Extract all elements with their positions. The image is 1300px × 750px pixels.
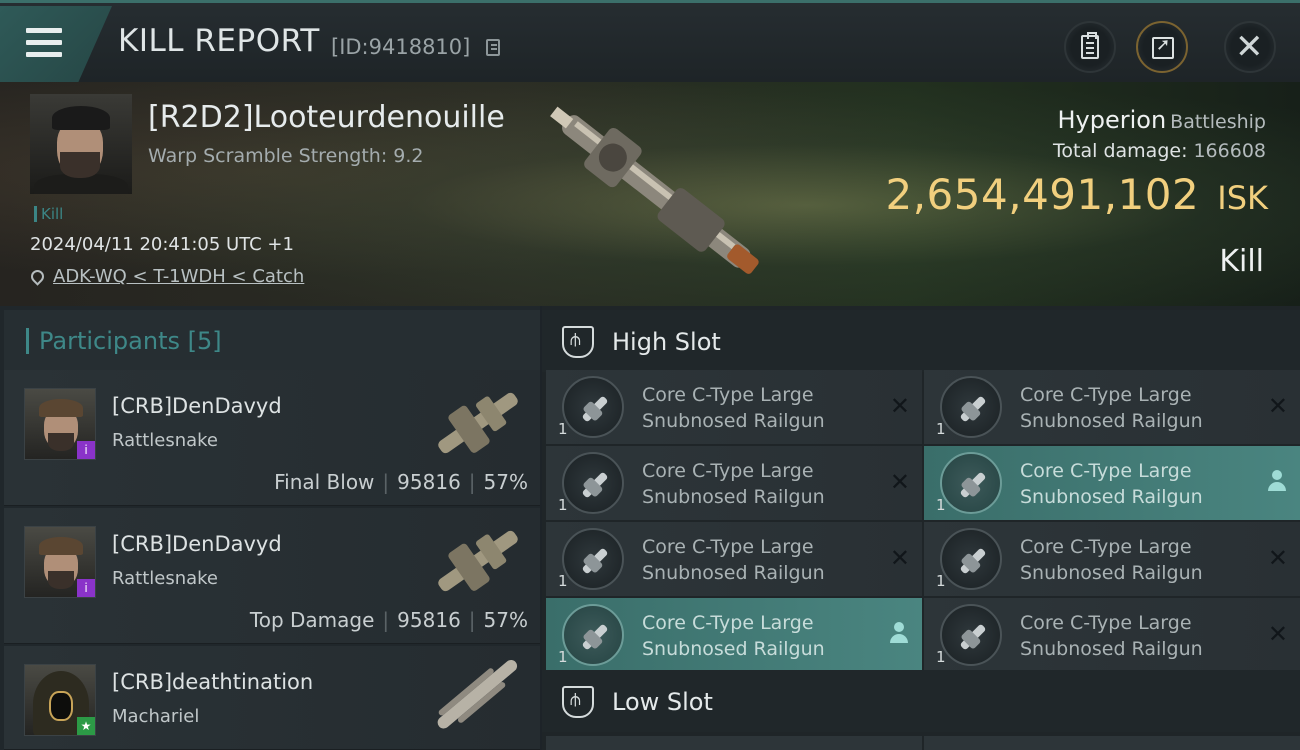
destroyed-icon: ✕: [889, 544, 910, 572]
victim-name[interactable]: [R2D2]Looteurdenouille: [148, 100, 505, 135]
slot-icon: [562, 326, 594, 358]
module-quantity: 1: [558, 572, 568, 590]
module-quantity: 1: [558, 648, 568, 666]
user-icon: [890, 622, 908, 644]
high-slot-module[interactable]: 1 Core C-Type Large Snubnosed Railgun ✕: [924, 522, 1300, 596]
high-slot-module[interactable]: 1 Core C-Type Large Snubnosed Railgun: [546, 598, 922, 672]
high-slot-module[interactable]: 1 Core C-Type Large Snubnosed Railgun ✕: [546, 446, 922, 520]
participant-ship-image: [438, 392, 518, 454]
user-icon: [1268, 470, 1286, 492]
railgun-icon: [562, 452, 624, 514]
high-slot-header: High Slot: [542, 310, 1300, 372]
destroyed-icon: ✕: [889, 468, 910, 496]
corp-badge: i: [77, 441, 95, 459]
module-name: Core C-Type Large Snubnosed Railgun: [642, 384, 825, 432]
participant-stats: Top Damage | 95816 | 57%: [249, 608, 528, 632]
participants-title: Participants [5]: [26, 328, 222, 354]
kill-tag: Kill: [34, 206, 63, 222]
fitting-panel: High Slot 1 Core C-Type LargeSnubnosed Ra…: [542, 306, 1300, 750]
close-icon: ✕: [1235, 27, 1264, 67]
module-quantity: 1: [936, 496, 946, 514]
participant-avatar[interactable]: ★: [24, 664, 96, 736]
kill-datetime: 2024/04/11 20:41:05 UTC +1: [30, 234, 294, 255]
participant-ship-image: [437, 659, 518, 729]
railgun-icon: [940, 604, 1002, 666]
ally-badge: ★: [77, 717, 95, 735]
low-slot-module[interactable]: [546, 736, 922, 750]
close-button[interactable]: ✕: [1224, 21, 1276, 73]
module-quantity: 1: [558, 420, 568, 438]
participant-ship: Rattlesnake: [112, 430, 219, 451]
module-quantity: 1: [936, 420, 946, 438]
participant-stats: Final Blow | 95816 | 57%: [274, 470, 528, 494]
isk-value: 2,654,491,102 ISK: [885, 170, 1268, 219]
module-name: Core C-Type Large Snubnosed Railgun: [1020, 460, 1203, 508]
module-name: Core C-Type Large Snubnosed Railgun: [1020, 536, 1203, 584]
participant-avatar[interactable]: i: [24, 388, 96, 460]
railgun-icon: [940, 452, 1002, 514]
railgun-icon: [562, 528, 624, 590]
participant-ship: Machariel: [112, 706, 200, 727]
participant-name: [CRB]DenDavyd: [112, 532, 282, 556]
high-slot-module[interactable]: 1 Core C-Type Large Snubnosed Railgun ✕: [924, 598, 1300, 672]
location-pin-icon: [28, 267, 47, 286]
share-button[interactable]: [1136, 21, 1188, 73]
module-name: Core C-Type Large Snubnosed Railgun: [1020, 612, 1203, 660]
participants-panel: Participants [5] i [CRB]DenDavyd Rattles…: [0, 306, 540, 750]
high-slot-module[interactable]: 1 Core C-Type Large Snubnosed Railgun ✕: [546, 522, 922, 596]
high-slot-module[interactable]: 1 Core C-Type Large Snubnosed Railgun ✕: [546, 370, 922, 444]
participant-ship-image: [438, 530, 518, 592]
corp-badge: i: [77, 579, 95, 597]
kill-location-link[interactable]: ADK-WQ < T-1WDH < Catch: [53, 266, 304, 287]
share-icon: [1152, 35, 1174, 59]
participants-header: Participants [5]: [4, 310, 540, 370]
module-quantity: 1: [936, 572, 946, 590]
victim-avatar[interactable]: [30, 94, 132, 194]
victim-panel: [R2D2]Looteurdenouille Warp Scramble Str…: [0, 82, 1300, 306]
slot-icon: [562, 686, 594, 718]
participant-row[interactable]: ★ [CRB]deathtination Machariel: [4, 646, 540, 750]
module-quantity: 1: [936, 648, 946, 666]
kill-result-label: Kill: [1219, 244, 1264, 279]
warp-scramble-strength: Warp Scramble Strength: 9.2: [148, 145, 424, 167]
module-name: Core C-Type Large Snubnosed Railgun: [642, 612, 825, 660]
page-title: KILL REPORT: [118, 23, 320, 59]
high-slot-module[interactable]: 1 Core C-Type Large Snubnosed Railgun: [924, 446, 1300, 520]
menu-icon: [26, 28, 62, 58]
participant-ship: Rattlesnake: [112, 568, 219, 589]
destroyed-icon: ✕: [1267, 392, 1288, 420]
participant-row[interactable]: i [CRB]DenDavyd Rattlesnake Top Damage | 9…: [4, 508, 540, 644]
participant-row[interactable]: i [CRB]DenDavyd Rattlesnake Final Blow | 9…: [4, 370, 540, 506]
victim-ship-image: [550, 106, 759, 274]
destroyed-icon: ✕: [889, 392, 910, 420]
railgun-icon: [940, 528, 1002, 590]
railgun-icon: [562, 604, 624, 666]
railgun-icon: [940, 376, 1002, 438]
clipboard-button[interactable]: [1064, 21, 1116, 73]
destroyed-icon: ✕: [1267, 544, 1288, 572]
header-bar: KILL REPORT [ID:9418810] ✕: [0, 0, 1300, 82]
participant-avatar[interactable]: i: [24, 526, 96, 598]
module-name: Core C-Type Large Snubnosed Railgun: [642, 460, 825, 508]
clipboard-icon: [1081, 32, 1099, 59]
report-id: [ID:9418810]: [331, 35, 471, 59]
copy-icon[interactable]: [486, 39, 500, 56]
module-quantity: 1: [558, 496, 568, 514]
victim-ship-name: Hyperion Battleship: [1057, 106, 1266, 134]
low-slot-header: Low Slot: [542, 670, 1300, 732]
railgun-icon: [562, 376, 624, 438]
participant-name: [CRB]DenDavyd: [112, 394, 282, 418]
total-damage: Total damage: 166608: [1053, 140, 1266, 162]
participant-name: [CRB]deathtination: [112, 670, 314, 694]
module-name: Core C-Type Large Snubnosed Railgun: [1020, 384, 1203, 432]
low-slot-title: Low Slot: [612, 688, 713, 716]
high-slot-module[interactable]: 1 Core C-Type Large Snubnosed Railgun ✕: [924, 370, 1300, 444]
menu-button[interactable]: [0, 6, 112, 82]
low-slot-module[interactable]: [924, 736, 1300, 750]
module-name: Core C-Type Large Snubnosed Railgun: [642, 536, 825, 584]
destroyed-icon: ✕: [1267, 620, 1288, 648]
high-slot-title: High Slot: [612, 328, 721, 356]
